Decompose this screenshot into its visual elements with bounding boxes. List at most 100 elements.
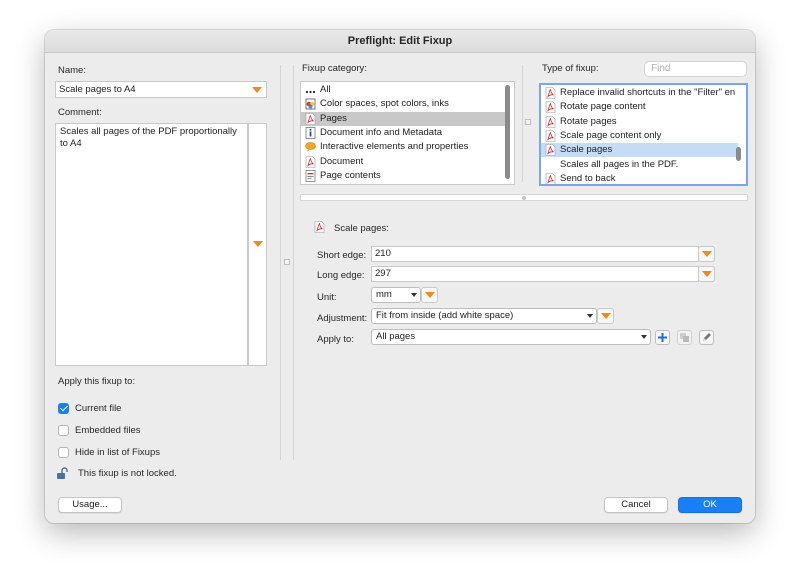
middle-divider [293,65,294,460]
chevron-down-icon [587,314,593,318]
comment-insert-variable-button[interactable] [250,237,266,251]
splitter-dot [522,196,526,200]
adjustment-select[interactable]: Fit from inside (add white space) [371,308,597,324]
type-scrollbar[interactable] [736,147,741,161]
apply-to-select[interactable]: All pages [371,329,651,345]
category-item-all[interactable]: All [301,83,506,97]
apply-to-label: Apply to: [317,334,354,345]
type-item-description: Scales all pages in the PDF. [541,157,738,172]
color-icon [305,98,316,110]
comment-textarea[interactable]: Scales all pages of the PDF proportional… [55,123,248,366]
type-item-scale-pages[interactable]: Scale pages [541,143,738,158]
adjustment-label: Adjustment: [317,313,368,324]
chevron-down-icon [252,87,262,93]
type-item-replace-shortcuts[interactable]: Replace invalid shortcuts in the "Filter… [541,86,738,100]
pencil-icon [703,333,711,341]
category-item-label: Pages [320,112,347,124]
type-of-fixup-list[interactable]: Replace invalid shortcuts in the "Filter… [539,83,748,186]
chevron-down-icon [600,313,611,319]
chevron-down-icon [641,335,647,339]
comment-icon [305,142,316,153]
type-item-label: Rotate pages [560,115,617,127]
window-title: Preflight: Edit Fixup [45,30,755,53]
unit-options-button[interactable] [421,287,438,303]
chevron-down-icon [411,293,417,297]
hide-in-list-checkbox[interactable] [58,447,69,458]
pdf-icon [305,112,316,125]
type-item-description-text: Scales all pages in the PDF. [560,158,679,170]
chevron-down-icon [424,292,435,298]
page-contents-icon [305,169,316,182]
comment-label: Comment: [58,107,102,118]
horizontal-splitter[interactable] [300,194,748,201]
short-edge-input[interactable]: 210 [371,246,699,262]
pdf-icon [545,115,556,128]
long-edge-input[interactable]: 297 [371,266,699,282]
ellipsis-icon [305,90,316,94]
category-item-pages[interactable]: Pages [301,111,506,126]
pdf-icon [545,130,556,142]
chevron-down-icon [701,251,712,257]
long-edge-label: Long edge: [317,270,365,281]
add-filter-button[interactable] [655,330,670,345]
edit-filter-button[interactable] [699,330,714,345]
category-item-label: All [320,84,331,95]
current-file-checkbox[interactable] [58,403,69,414]
unit-select[interactable]: mm [371,287,421,303]
category-item-label: Interactive elements and properties [320,141,469,153]
type-item-label: Rotate page content [560,101,646,113]
type-item-send-to-back[interactable]: Send to back [541,172,738,184]
adjustment-options-button[interactable] [597,308,614,324]
category-type-divider [522,65,523,182]
type-item-label: Scale pages [560,144,613,156]
left-divider [280,65,281,460]
type-item-rotate-content[interactable]: Rotate page content [541,100,738,114]
pdf-icon [314,221,325,233]
pdf-icon [545,172,556,184]
category-scrollbar[interactable] [505,85,510,179]
short-edge-label: Short edge: [317,250,367,261]
usage-button[interactable]: Usage... [58,497,122,513]
info-icon [305,127,316,139]
category-item-document-info[interactable]: Document info and Metadata [301,126,506,140]
chevron-down-icon [701,271,712,277]
lock-status-text: This fixup is not locked. [78,468,177,479]
long-edge-options-button[interactable] [698,266,715,282]
short-edge-options-button[interactable] [698,246,715,262]
cancel-button[interactable]: Cancel [604,497,668,513]
type-item-label: Replace invalid shortcuts in the "Filter… [560,87,736,98]
apply-to-heading: Apply this fixup to: [58,376,136,387]
adjustment-select-value: Fit from inside (add white space) [376,310,514,321]
scale-pages-title: Scale pages: [334,223,389,234]
type-item-rotate-pages[interactable]: Rotate pages [541,115,738,129]
copy-filter-button[interactable] [677,330,692,345]
apply-to-select-value: All pages [376,331,416,342]
embedded-files-label: Embedded files [75,425,141,436]
category-item-label: Color spaces, spot colors, inks [320,98,449,110]
left-splitter-handle[interactable] [284,259,290,265]
type-item-scale-content[interactable]: Scale page content only [541,129,738,143]
find-search-input[interactable]: Find [644,61,747,77]
category-item-color[interactable]: Color spaces, spot colors, inks [301,97,506,111]
ok-button[interactable]: OK [678,497,742,513]
unlock-icon[interactable] [56,467,69,480]
current-file-label: Current file [75,403,122,414]
category-item-document[interactable]: Document [301,155,506,169]
pdf-icon [545,144,556,156]
duplicate-icon [680,333,689,342]
type-item-label: Send to back [560,172,616,184]
embedded-files-checkbox[interactable] [58,425,69,436]
unit-label: Unit: [317,292,337,303]
name-field[interactable]: Scale pages to A4 [55,81,267,98]
category-item-interactive[interactable]: Interactive elements and properties [301,140,506,154]
name-insert-variable-button[interactable] [249,83,265,97]
unit-select-value: mm [376,289,392,300]
category-item-label: Page contents [320,169,381,181]
pdf-icon [545,101,556,114]
hide-in-list-label: Hide in list of Fixups [75,447,161,458]
category-type-splitter-handle[interactable] [525,119,531,125]
pdf-icon [305,155,316,168]
type-of-fixup-label: Type of fixup: [542,63,599,74]
fixup-category-list[interactable]: All Color spaces, spot colors, inks Page… [300,81,515,185]
category-item-page-contents[interactable]: Page contents [301,169,506,183]
